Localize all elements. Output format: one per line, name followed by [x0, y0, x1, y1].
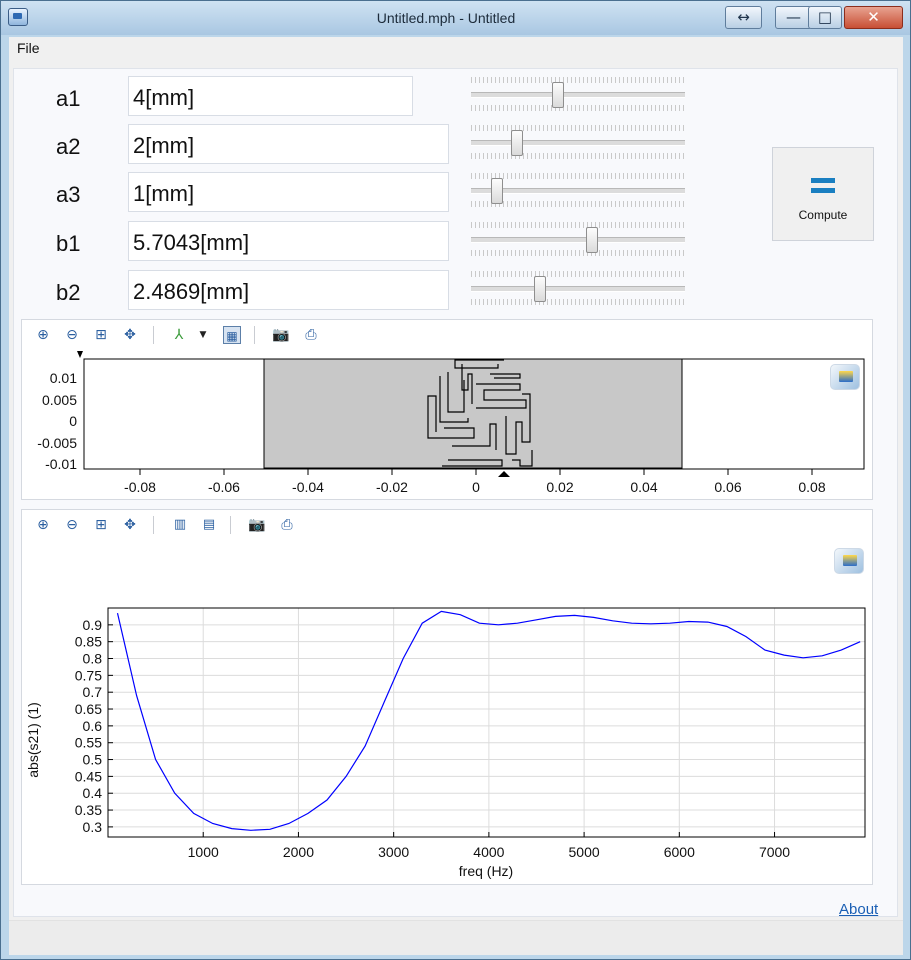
y-tick-label: 0.5	[83, 752, 103, 768]
compute-button[interactable]: Compute	[772, 147, 874, 241]
param-input-a2[interactable]: 2[mm]	[128, 124, 449, 164]
param-label-b1: b1	[56, 231, 81, 256]
x-ticks	[139, 469, 813, 475]
close-button[interactable]: ✕	[844, 6, 903, 29]
param-input-b2[interactable]: 2.4869[mm]	[128, 270, 449, 310]
compute-label: Compute	[798, 208, 848, 222]
slider-thumb[interactable]	[586, 227, 599, 253]
about-link[interactable]: About	[839, 901, 878, 918]
x-tick-label: 7000	[759, 844, 790, 860]
geometry-graphics-view[interactable]: ⊕ ⊖ ⊞ ✥ ⅄ ▼ ▦ 📷 ⎙ 0.01 0.005 0 -0.005 -0…	[21, 319, 873, 500]
param-input-b1[interactable]: 5.7043[mm]	[128, 221, 449, 261]
slider-thumb[interactable]	[511, 130, 524, 156]
y-tick-label: 0.8	[83, 651, 103, 667]
y-tick-label: 0.7	[83, 684, 103, 700]
substrate-rect	[263, 358, 683, 469]
param-slider-a2[interactable]	[471, 125, 685, 159]
x-tick-label: -0.06	[208, 479, 240, 495]
y-tick-label: 0.6	[83, 718, 103, 734]
y-tick-label: 0.55	[75, 735, 102, 751]
geometry-plot: 0.01 0.005 0 -0.005 -0.01 -0.08 -0.06 -0…	[37, 351, 865, 495]
y-tick-label: 0.9	[83, 617, 103, 633]
x-axis-label: freq (Hz)	[459, 863, 513, 879]
y-tick-label: -0.01	[45, 456, 77, 472]
x-tick-label: 6000	[664, 844, 695, 860]
x-tick-label: 3000	[378, 844, 409, 860]
menu-bar: File	[9, 37, 903, 60]
axis-marker	[77, 351, 83, 358]
status-bar	[9, 920, 903, 955]
param-label-a3: a3	[56, 182, 81, 207]
x-tick-label: 0.04	[630, 479, 657, 495]
param-label-a1: a1	[56, 86, 81, 111]
x-tick-label: 0	[472, 479, 480, 495]
x-tick-label: -0.02	[376, 479, 408, 495]
menu-file[interactable]: File	[17, 40, 40, 56]
app-client-area: a1 4[mm] a2 2[mm] a3 1[mm] b1 5.7043[mm]…	[9, 60, 903, 955]
main-form-panel: a1 4[mm] a2 2[mm] a3 1[mm] b1 5.7043[mm]…	[13, 68, 898, 918]
x-tick-label: 0.08	[798, 479, 825, 495]
y-axis-label: abs(s21) (1)	[25, 702, 41, 777]
x-tick-label: 1000	[188, 844, 219, 860]
s21-line-chart: abs(s21) (1) freq (Hz) 1000 2000 3000 4000 5…	[25, 607, 866, 879]
y-tick-label: 0.01	[50, 370, 77, 386]
y-tick-label: -0.005	[37, 435, 77, 451]
x-tick-label: -0.04	[292, 479, 324, 495]
x-tick-label: 4000	[473, 844, 504, 860]
app-window: Untitled.mph - Untitled ↔ — □ ✕ File a1 …	[0, 0, 911, 960]
minimize-button[interactable]: —	[775, 6, 812, 29]
equals-icon	[811, 178, 835, 194]
title-bar[interactable]: Untitled.mph - Untitled ↔ — □ ✕	[1, 1, 910, 35]
param-input-a1[interactable]: 4[mm]	[128, 76, 413, 116]
x-tick-label: 2000	[283, 844, 314, 860]
x-tick-label: 0.06	[714, 479, 741, 495]
y-tick-label: 0.005	[42, 392, 77, 408]
y-tick-label: 0	[69, 413, 77, 429]
y-tick-label: 0.35	[75, 802, 102, 818]
param-slider-b2[interactable]	[471, 271, 685, 305]
plot-graphics-view[interactable]: ⊕ ⊖ ⊞ ✥ ▥ ▤ 📷 ⎙ abs(s21) (1) freq (Hz) 1…	[21, 509, 873, 885]
y-tick-label: 0.3	[83, 819, 103, 835]
y-tick-label: 0.65	[75, 701, 102, 717]
param-slider-a3[interactable]	[471, 173, 685, 207]
y-tick-label: 0.85	[75, 634, 102, 650]
slider-thumb[interactable]	[533, 276, 546, 302]
axis-marker	[498, 471, 510, 477]
x-tick-label: -0.08	[124, 479, 156, 495]
param-slider-a1[interactable]	[471, 77, 685, 111]
param-slider-b1[interactable]	[471, 222, 685, 256]
y-tick-label: 0.4	[83, 785, 103, 801]
x-tick-label: 5000	[569, 844, 600, 860]
slider-thumb[interactable]	[491, 178, 504, 204]
plot-frame	[107, 607, 866, 838]
param-label-a2: a2	[56, 134, 81, 159]
y-tick-label: 0.75	[75, 667, 102, 683]
x-tick-label: 0.02	[546, 479, 573, 495]
y-tick-label: 0.45	[75, 768, 102, 784]
param-label-b2: b2	[56, 280, 81, 305]
restore-size-button[interactable]: ↔	[725, 6, 762, 29]
slider-thumb[interactable]	[551, 82, 564, 108]
maximize-button[interactable]: □	[808, 6, 842, 29]
param-input-a3[interactable]: 1[mm]	[128, 172, 449, 212]
